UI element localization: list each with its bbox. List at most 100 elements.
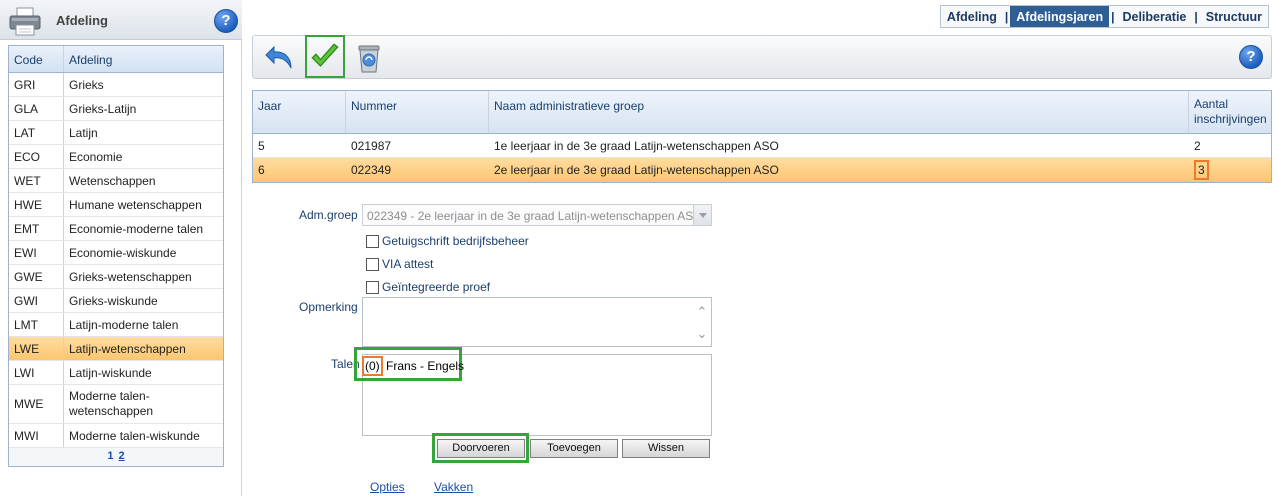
checkbox-via-attest[interactable]: VIA attest xyxy=(366,255,433,273)
grid-row[interactable]: 6 022349 2e leerjaar in de 3e graad Latijn… xyxy=(253,158,1271,182)
department-code: EMT xyxy=(9,217,64,240)
toolbar: ? xyxy=(252,35,1272,79)
department-code: LMT xyxy=(9,313,64,336)
cell-jaar-value: 5 xyxy=(258,139,265,153)
department-row[interactable]: GWI Grieks-wiskunde xyxy=(9,289,223,313)
department-code: LAT xyxy=(9,121,64,144)
column-header-jaar[interactable]: Jaar xyxy=(253,91,346,133)
checkmark-icon[interactable] xyxy=(305,35,345,78)
scroll-down-icon[interactable]: ⌄ xyxy=(695,323,709,345)
department-code: GWE xyxy=(9,265,64,288)
opmerking-label: Opmerking xyxy=(299,300,358,314)
checkbox-via-attest-box[interactable] xyxy=(366,257,379,271)
department-row[interactable]: LMT Latijn-moderne talen xyxy=(9,313,223,337)
cell-nummer-value: 022349 xyxy=(351,163,392,177)
department-panel-header: Afdeling ? xyxy=(0,0,242,40)
grid-row[interactable]: 5 021987 1e leerjaar in de 3e graad Latijn… xyxy=(253,134,1271,158)
talen-count-badge: (0) xyxy=(362,356,383,376)
department-row[interactable]: GWE Grieks-wetenschappen xyxy=(9,265,223,289)
department-code: LWI xyxy=(9,361,64,384)
department-code: EWI xyxy=(9,241,64,264)
department-name: Economie xyxy=(69,150,123,164)
cell-aantal: 2 xyxy=(1189,134,1271,157)
department-row[interactable]: GLA Grieks-Latijn xyxy=(9,97,223,121)
department-row[interactable]: GRI Grieks xyxy=(9,73,223,97)
talen-value: Frans - Engels xyxy=(386,359,465,373)
scroll-up-icon[interactable]: ⌃ xyxy=(695,301,709,323)
cell-naam: 2e leerjaar in de 3e graad Latijn-wetens… xyxy=(489,158,1189,182)
department-name: Grieks-wetenschappen xyxy=(69,270,192,284)
department-row[interactable]: ECO Economie xyxy=(9,145,223,169)
checkbox-getuigschrift-label: Getuigschrift bedrijfsbeheer xyxy=(382,234,529,248)
department-name: Economie-wiskunde xyxy=(69,246,177,260)
department-row[interactable]: EMT Economie-moderne talen xyxy=(9,217,223,241)
department-row[interactable]: HWE Humane wetenschappen xyxy=(9,193,223,217)
department-table: Code Afdeling GRI Grieks GLA Grieks-Latijn L… xyxy=(8,45,224,467)
toevoegen-button[interactable]: Toevoegen xyxy=(530,439,618,458)
cell-nummer-value: 021987 xyxy=(351,139,392,153)
undo-icon[interactable] xyxy=(263,40,299,76)
department-row[interactable]: WET Wetenschappen xyxy=(9,169,223,193)
checkbox-geintegreerde-proef[interactable]: Geïntegreerde proef xyxy=(366,278,490,296)
department-row[interactable]: LWI Latijn-wiskunde xyxy=(9,361,223,385)
department-code: MWI xyxy=(9,424,64,447)
column-header-aantal-line2: inschrijvingen xyxy=(1194,112,1267,126)
department-name: Moderne talen-wetenschappen xyxy=(69,389,154,418)
wissen-button[interactable]: Wissen xyxy=(622,439,710,458)
cell-aantal: 3 xyxy=(1189,158,1271,182)
checkbox-geintegreerde-proef-box[interactable] xyxy=(366,280,379,294)
pager: 1 2 xyxy=(9,448,223,466)
checkbox-getuigschrift-box[interactable] xyxy=(366,234,379,248)
nav-tab-afdeling[interactable]: Afdeling xyxy=(941,6,1003,27)
department-code: MWE xyxy=(9,385,64,423)
opmerking-scrollbar[interactable]: ⌃ ⌄ xyxy=(695,301,709,345)
pager-page-link[interactable]: 2 xyxy=(119,450,125,462)
doorvoeren-button[interactable]: Doorvoeren xyxy=(437,439,525,458)
adm-group-select[interactable]: 022349 - 2e leerjaar in de 3e graad Lati… xyxy=(362,204,712,226)
column-header-code[interactable]: Code xyxy=(9,46,64,72)
nav-separator: | xyxy=(1004,10,1009,24)
cell-jaar-value: 6 xyxy=(258,163,265,177)
column-header-nummer[interactable]: Nummer xyxy=(346,91,489,133)
pager-page-current: 1 xyxy=(107,450,114,462)
adm-group-value: 022349 - 2e leerjaar in de 3e graad Lati… xyxy=(367,209,703,223)
department-row[interactable]: MWE Moderne talen-wetenschappen xyxy=(9,385,223,424)
opmerking-textarea[interactable]: ⌃ ⌄ xyxy=(362,297,712,347)
chevron-down-icon[interactable] xyxy=(693,205,711,225)
column-header-aantal[interactable]: Aantal inschrijvingen xyxy=(1189,91,1272,133)
department-code: GLA xyxy=(9,97,64,120)
printer-icon[interactable] xyxy=(8,6,42,36)
column-header-naam[interactable]: Naam administratieve groep xyxy=(489,91,1189,133)
department-row[interactable]: MWI Moderne talen-wiskunde xyxy=(9,424,223,448)
department-code: ECO xyxy=(9,145,64,168)
department-rows: GRI Grieks GLA Grieks-Latijn LAT Latijn ECO Eco… xyxy=(9,73,223,448)
talen-list-item[interactable]: (0) Frans - Engels xyxy=(362,356,464,376)
column-header-department[interactable]: Afdeling xyxy=(64,46,223,72)
department-name: Economie-moderne talen xyxy=(69,222,204,236)
cell-naam-value: 2e leerjaar in de 3e graad Latijn-wetens… xyxy=(494,163,779,177)
department-code: WET xyxy=(9,169,64,192)
trash-icon[interactable] xyxy=(351,40,387,76)
cell-aantal-value: 2 xyxy=(1194,139,1201,153)
department-name: Grieks xyxy=(69,78,104,92)
department-name: Grieks-wiskunde xyxy=(69,294,158,308)
cell-jaar: 6 xyxy=(253,158,346,182)
adm-group-label: Adm.groep xyxy=(299,208,358,222)
cell-aantal-value: 3 xyxy=(1194,160,1209,180)
toolbar-help-icon[interactable]: ? xyxy=(1239,45,1263,69)
nav-tab-deliberatie[interactable]: Deliberatie xyxy=(1116,6,1192,27)
department-name: Latijn-wetenschappen xyxy=(69,342,186,356)
department-name: Grieks-Latijn xyxy=(69,102,137,116)
column-header-aantal-line1: Aantal xyxy=(1194,97,1229,111)
help-icon[interactable]: ? xyxy=(214,9,238,33)
opties-link[interactable]: Opties xyxy=(370,480,405,494)
nav-tab-afdelingsjaren[interactable]: Afdelingsjaren xyxy=(1010,6,1110,27)
vakken-link[interactable]: Vakken xyxy=(434,480,473,494)
department-row[interactable]: LWE Latijn-wetenschappen xyxy=(9,337,223,361)
department-name: Wetenschappen xyxy=(69,174,156,188)
checkbox-getuigschrift[interactable]: Getuigschrift bedrijfsbeheer xyxy=(366,232,529,250)
department-row[interactable]: EWI Economie-wiskunde xyxy=(9,241,223,265)
nav-tab-structuur[interactable]: Structuur xyxy=(1200,6,1268,27)
department-row[interactable]: LAT Latijn xyxy=(9,121,223,145)
department-name: Moderne talen-wiskunde xyxy=(69,429,200,443)
